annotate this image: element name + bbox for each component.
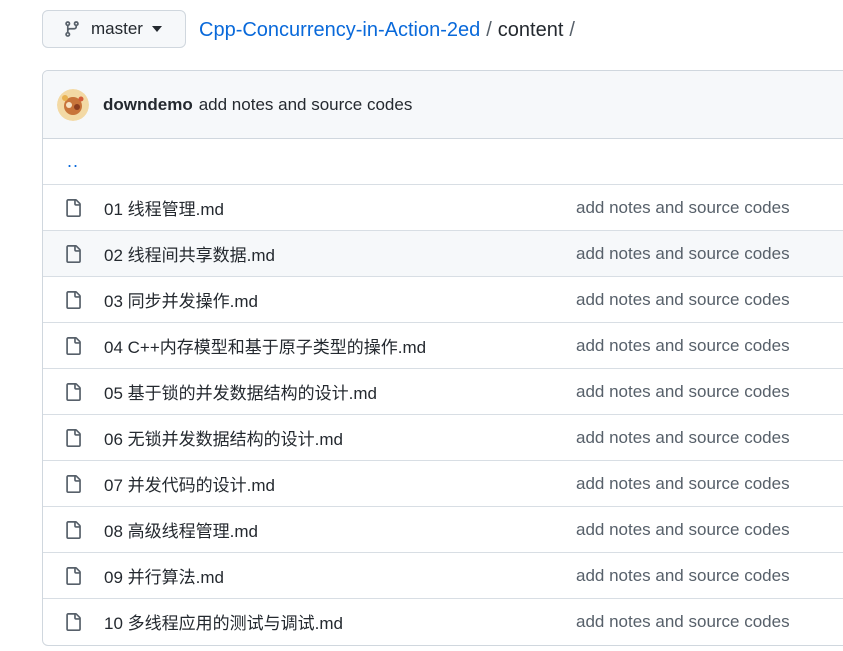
file-row[interactable]: 07 并发代码的设计.md add notes and source codes <box>43 460 843 506</box>
file-list-box: downdemo add notes and source codes .. 0… <box>42 70 843 646</box>
caret-down-icon <box>151 26 162 32</box>
file-commit-message-link[interactable]: add notes and source codes <box>576 244 790 264</box>
file-commit-message-link[interactable]: add notes and source codes <box>576 382 790 402</box>
file-icon <box>66 291 81 309</box>
parent-directory-link[interactable]: .. <box>67 151 79 172</box>
file-icon <box>66 245 81 263</box>
file-icon <box>66 199 81 217</box>
file-commit-message-link[interactable]: add notes and source codes <box>576 290 790 310</box>
file-icon <box>66 429 81 447</box>
file-name-link[interactable]: 04 C++内存模型和基于原子类型的操作.md <box>104 333 426 358</box>
file-name-link[interactable]: 07 并发代码的设计.md <box>104 471 275 496</box>
parent-directory-row[interactable]: .. <box>43 139 843 184</box>
breadcrumb-separator: / <box>486 19 492 41</box>
git-branch-icon <box>65 21 79 37</box>
file-row[interactable]: 09 并行算法.md add notes and source codes <box>43 552 843 598</box>
file-row[interactable]: 03 同步并发操作.md add notes and source codes <box>43 276 843 322</box>
file-commit-message-link[interactable]: add notes and source codes <box>576 566 790 586</box>
commit-author-link[interactable]: downdemo <box>103 95 193 115</box>
file-icon <box>66 521 81 539</box>
breadcrumb: Cpp-Concurrency-in-Action-2ed / content / <box>199 18 581 42</box>
file-row[interactable]: 01 线程管理.md add notes and source codes <box>43 184 843 230</box>
file-icon <box>66 567 81 585</box>
file-row[interactable]: 05 基于锁的并发数据结构的设计.md add notes and source… <box>43 368 843 414</box>
latest-commit-bar: downdemo add notes and source codes <box>43 71 843 139</box>
file-commit-message-link[interactable]: add notes and source codes <box>576 198 790 218</box>
file-row[interactable]: 08 高级线程管理.md add notes and source codes <box>43 506 843 552</box>
file-icon <box>66 383 81 401</box>
breadcrumb-separator: / <box>569 19 575 41</box>
file-name-link[interactable]: 05 基于锁的并发数据结构的设计.md <box>104 379 377 404</box>
file-icon <box>66 475 81 493</box>
branch-select-button[interactable]: master <box>42 10 186 48</box>
file-commit-message-link[interactable]: add notes and source codes <box>576 520 790 540</box>
file-name-link[interactable]: 02 线程间共享数据.md <box>104 241 275 266</box>
file-row[interactable]: 04 C++内存模型和基于原子类型的操作.md add notes and so… <box>43 322 843 368</box>
file-name-link[interactable]: 09 并行算法.md <box>104 563 224 588</box>
file-name-link[interactable]: 03 同步并发操作.md <box>104 287 258 312</box>
file-row[interactable]: 10 多线程应用的测试与调试.md add notes and source c… <box>43 598 843 644</box>
commit-message-link[interactable]: add notes and source codes <box>199 95 413 115</box>
file-commit-message-link[interactable]: add notes and source codes <box>576 474 790 494</box>
branch-name: master <box>91 19 143 38</box>
file-commit-message-link[interactable]: add notes and source codes <box>576 612 790 632</box>
file-name-link[interactable]: 01 线程管理.md <box>104 195 224 220</box>
file-name-link[interactable]: 06 无锁并发数据结构的设计.md <box>104 425 343 450</box>
file-row[interactable]: 02 线程间共享数据.md add notes and source codes <box>43 230 843 276</box>
file-icon <box>66 613 81 631</box>
file-name-link[interactable]: 10 多线程应用的测试与调试.md <box>104 609 343 634</box>
breadcrumb-current-dir: content <box>497 19 564 41</box>
file-commit-message-link[interactable]: add notes and source codes <box>576 428 790 448</box>
file-row[interactable]: 06 无锁并发数据结构的设计.md add notes and source c… <box>43 414 843 460</box>
file-name-link[interactable]: 08 高级线程管理.md <box>104 517 258 542</box>
breadcrumb-repo-link[interactable]: Cpp-Concurrency-in-Action-2ed <box>199 19 480 41</box>
avatar[interactable] <box>57 88 89 121</box>
file-commit-message-link[interactable]: add notes and source codes <box>576 336 790 356</box>
file-icon <box>66 337 81 355</box>
